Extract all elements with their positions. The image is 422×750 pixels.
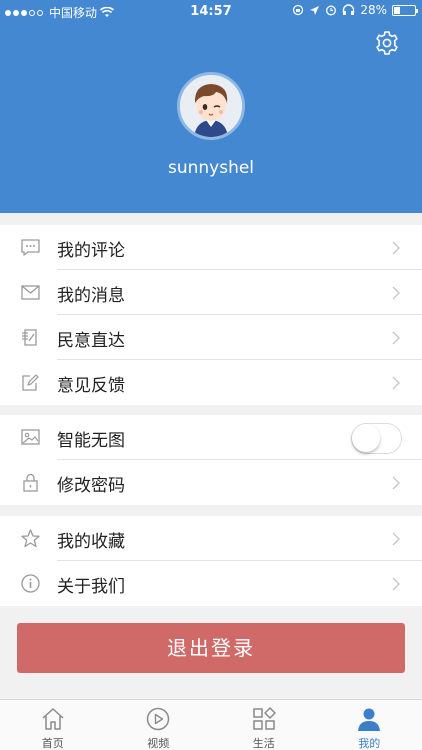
toggle-knob	[352, 424, 380, 452]
menu-item-label: 我的收藏	[57, 532, 125, 552]
menu-item-label: 关于我们	[57, 577, 125, 597]
menu-item-label: 我的消息	[57, 286, 125, 306]
menu-group-settings: 智能无图 修改密码	[0, 415, 422, 505]
mail-icon	[21, 285, 40, 300]
menu-item-feedback[interactable]: 意见反馈	[0, 360, 422, 405]
avatar-illustration	[180, 75, 242, 137]
no-image-toggle[interactable]	[351, 423, 402, 454]
tab-video[interactable]: 视频	[106, 700, 212, 750]
petition-icon	[22, 329, 37, 346]
profile-header: 中国移动 14:57 28% sunnyshel	[0, 0, 422, 213]
tab-label: 首页	[41, 737, 64, 750]
alarm-icon	[326, 5, 337, 16]
tab-mine[interactable]: 我的	[317, 700, 422, 750]
comment-icon	[21, 239, 40, 256]
image-icon	[21, 429, 40, 445]
star-icon	[21, 529, 40, 548]
chevron-right-icon	[392, 286, 400, 300]
chevron-right-icon	[392, 532, 400, 546]
headphones-icon	[343, 4, 355, 15]
tab-label: 视频	[147, 737, 170, 750]
location-icon	[310, 5, 320, 15]
menu-item-label: 智能无图	[57, 431, 125, 451]
settings-gear-icon[interactable]	[374, 30, 400, 56]
chevron-right-icon	[392, 476, 400, 490]
avatar[interactable]	[177, 72, 245, 140]
logout-button[interactable]: 退出登录	[17, 623, 405, 673]
chevron-right-icon	[392, 241, 400, 255]
menu-item-label: 修改密码	[57, 476, 125, 496]
menu-item-favorites[interactable]: 我的收藏	[0, 516, 422, 561]
status-bar: 中国移动 14:57 28%	[0, 0, 422, 22]
tab-label: 我的	[358, 737, 381, 750]
username: sunnyshel	[167, 158, 255, 178]
tab-life[interactable]: 生活	[211, 700, 317, 750]
menu-group-about: 我的收藏 关于我们	[0, 516, 422, 606]
battery-icon	[392, 4, 418, 16]
edit-icon	[22, 374, 39, 391]
menu-item-my-comments[interactable]: 我的评论	[0, 225, 422, 270]
menu-item-label: 民意直达	[57, 331, 125, 351]
tab-label: 生活	[252, 737, 275, 750]
menu-item-public-opinion[interactable]: 民意直达	[0, 315, 422, 360]
menu-item-smart-no-image: 智能无图	[0, 415, 422, 460]
chevron-right-icon	[392, 376, 400, 390]
menu-item-my-messages[interactable]: 我的消息	[0, 270, 422, 315]
tab-home[interactable]: 首页	[0, 700, 106, 750]
tab-bar: 首页 视频 生活 我的	[0, 699, 422, 750]
menu-item-change-password[interactable]: 修改密码	[0, 460, 422, 505]
menu-group-primary: 我的评论 我的消息 民意直达 意见反馈	[0, 225, 422, 405]
menu-item-about-us[interactable]: 关于我们	[0, 561, 422, 606]
play-icon	[147, 707, 170, 731]
lock-icon	[23, 473, 38, 492]
chevron-right-icon	[392, 331, 400, 345]
info-icon	[21, 574, 40, 593]
chevron-right-icon	[392, 577, 400, 591]
battery-percent: 28%	[360, 3, 387, 17]
home-icon	[42, 708, 64, 730]
rotation-lock-icon	[293, 4, 304, 16]
menu-item-label: 我的评论	[57, 241, 125, 261]
person-icon	[358, 708, 381, 731]
grid-icon	[253, 707, 276, 730]
menu-item-label: 意见反馈	[57, 376, 125, 396]
